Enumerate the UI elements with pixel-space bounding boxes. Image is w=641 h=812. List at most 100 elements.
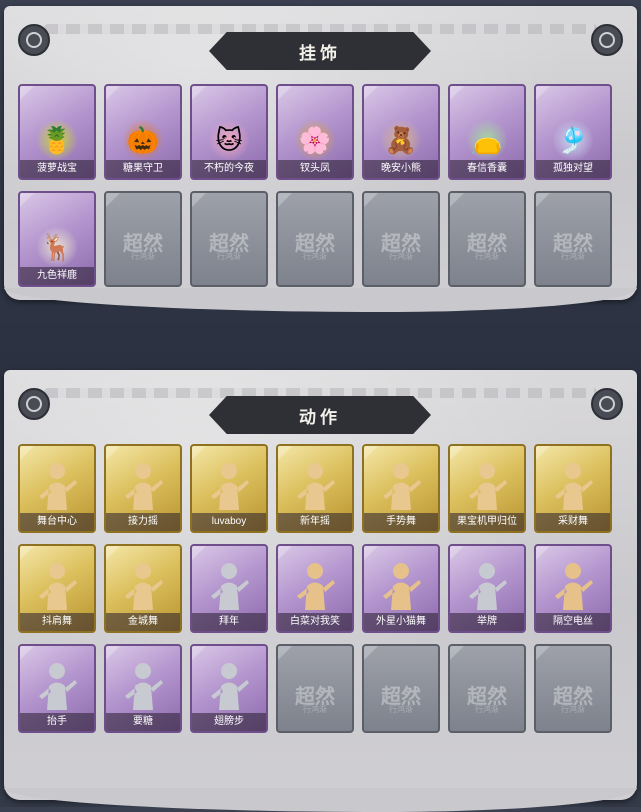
action-card[interactable]: 要糖	[104, 644, 182, 733]
pendant-card[interactable]: 🎃 糖果守卫	[104, 84, 182, 180]
phoenix-hairpin-icon: 🌸	[295, 120, 335, 160]
watermark-subtitle: 行鸿渐	[475, 252, 499, 261]
action-label: 白菜对我笑	[278, 613, 352, 631]
watermark-subtitle: 行鸿渐	[475, 705, 499, 714]
empty-slot: 超然 行鸿渐	[276, 191, 354, 287]
sachet-icon: 👝	[467, 120, 507, 160]
action-card[interactable]: 隔空电丝	[534, 544, 612, 633]
pendants-title: 挂饰	[209, 32, 431, 70]
action-card[interactable]: 抬手	[18, 644, 96, 733]
action-card[interactable]: luvaboy	[190, 444, 268, 533]
pendant-card[interactable]: 🌸 钗头凤	[276, 84, 354, 180]
card-fold	[450, 546, 464, 560]
card-fold	[536, 193, 550, 207]
card-fold	[106, 446, 120, 460]
alien-cat-dance-pose-icon	[383, 563, 421, 610]
hold-sign-pose-icon	[469, 563, 507, 610]
action-card[interactable]: 白菜对我笑	[276, 544, 354, 633]
watermark-subtitle: 行鸿渐	[131, 252, 155, 261]
watermark-subtitle: 行鸿渐	[561, 705, 585, 714]
watermark-subtitle: 行鸿渐	[217, 252, 241, 261]
empty-slot: 超然 行鸿渐	[534, 644, 612, 733]
empty-slot: 超然 行鸿渐	[362, 644, 440, 733]
action-label: 新年摇	[278, 513, 352, 531]
action-card[interactable]: 金城舞	[104, 544, 182, 633]
action-card[interactable]: 新年摇	[276, 444, 354, 533]
action-label: 翅膀步	[192, 713, 266, 731]
card-fold	[536, 446, 550, 460]
pendant-label: 春信香囊	[450, 160, 524, 178]
pendant-card[interactable]: 🧸 晚安小熊	[362, 84, 440, 180]
action-label: 金城舞	[106, 613, 180, 631]
card-fold	[536, 86, 550, 100]
card-fold	[278, 86, 292, 100]
empty-slot: 超然 行鸿渐	[534, 191, 612, 287]
action-label: 外星小猫舞	[364, 613, 438, 631]
pendant-label: 菠萝战宝	[20, 160, 94, 178]
action-card[interactable]: 采财舞	[534, 444, 612, 533]
empty-slot: 超然 行鸿渐	[190, 191, 268, 287]
action-card[interactable]: 拜年	[190, 544, 268, 633]
pendants-panel: 挂饰 🍍 菠萝战宝 🎃 糖果守卫 🐱 不朽的今夜 🌸 钗头凤 🧸 晚安小熊 👝 春信香囊 🎐 孤独对望 🦌 九…	[4, 6, 637, 312]
card-fold	[20, 646, 34, 660]
pendant-label: 孤独对望	[536, 160, 610, 178]
action-card[interactable]: 抖肩舞	[18, 544, 96, 633]
watermark-subtitle: 行鸿渐	[389, 705, 413, 714]
empty-slot: 超然 行鸿渐	[104, 191, 182, 287]
empty-slot: 超然 行鸿渐	[362, 191, 440, 287]
card-fold	[278, 646, 292, 660]
card-fold	[106, 193, 120, 207]
wing-step-pose-icon	[211, 663, 249, 710]
pendant-label: 晚安小熊	[364, 160, 438, 178]
watermark-subtitle: 行鸿渐	[303, 705, 327, 714]
empty-slot: 超然 行鸿渐	[276, 644, 354, 733]
action-card[interactable]: 接力摇	[104, 444, 182, 533]
action-label: 接力摇	[106, 513, 180, 531]
empty-slot: 超然 行鸿渐	[448, 191, 526, 287]
card-fold	[536, 546, 550, 560]
card-fold	[278, 546, 292, 560]
pendant-card[interactable]: 🦌 九色祥鹿	[18, 191, 96, 287]
watermark-subtitle: 行鸿渐	[389, 252, 413, 261]
action-card[interactable]: 舞台中心	[18, 444, 96, 533]
action-card[interactable]: 手势舞	[362, 444, 440, 533]
pendant-card[interactable]: 🐱 不朽的今夜	[190, 84, 268, 180]
card-fold	[106, 546, 120, 560]
card-fold	[364, 646, 378, 660]
action-card[interactable]: 外星小猫舞	[362, 544, 440, 633]
air-shock-pose-icon	[555, 563, 593, 610]
action-label: 要糖	[106, 713, 180, 731]
action-card[interactable]: 举牌	[448, 544, 526, 633]
action-label: 隔空电丝	[536, 613, 610, 631]
action-card[interactable]: 果宝机甲归位	[448, 444, 526, 533]
pendant-card[interactable]: 👝 春信香囊	[448, 84, 526, 180]
card-fold	[192, 86, 206, 100]
card-fold	[450, 446, 464, 460]
pendant-label: 九色祥鹿	[20, 267, 94, 285]
pineapple-warrior-icon: 🍍	[37, 120, 77, 160]
raise-hand-pose-icon	[39, 663, 77, 710]
luvaboy-pose-icon	[211, 463, 249, 510]
corner-emblem-icon	[591, 388, 623, 420]
card-fold	[364, 546, 378, 560]
pendant-card[interactable]: 🎐 孤独对望	[534, 84, 612, 180]
action-label: 舞台中心	[20, 513, 94, 531]
corner-emblem-icon	[18, 388, 50, 420]
card-fold	[20, 86, 34, 100]
new-year-shake-pose-icon	[297, 463, 335, 510]
action-label: 拜年	[192, 613, 266, 631]
card-fold	[192, 546, 206, 560]
empty-slot: 超然 行鸿渐	[448, 644, 526, 733]
pendant-card[interactable]: 🍍 菠萝战宝	[18, 84, 96, 180]
actions-panel: 动作 舞台中心 接力摇 luvaboy 新年摇 手势舞 果宝机甲归位 采财舞 抖肩舞 金城舞 拜年…	[4, 370, 637, 812]
pendants-grid: 🍍 菠萝战宝 🎃 糖果守卫 🐱 不朽的今夜 🌸 钗头凤 🧸 晚安小熊 👝 春信香囊 🎐 孤独对望 🦌 九色祥鹿…	[18, 84, 612, 287]
action-label: 果宝机甲归位	[450, 513, 524, 531]
card-fold	[192, 446, 206, 460]
pumpkin-guard-icon: 🎃	[123, 120, 163, 160]
card-fold	[450, 86, 464, 100]
card-fold	[106, 646, 120, 660]
card-fold	[20, 193, 34, 207]
pendant-label: 不朽的今夜	[192, 160, 266, 178]
action-card[interactable]: 翅膀步	[190, 644, 268, 733]
shoulder-dance-pose-icon	[39, 563, 77, 610]
